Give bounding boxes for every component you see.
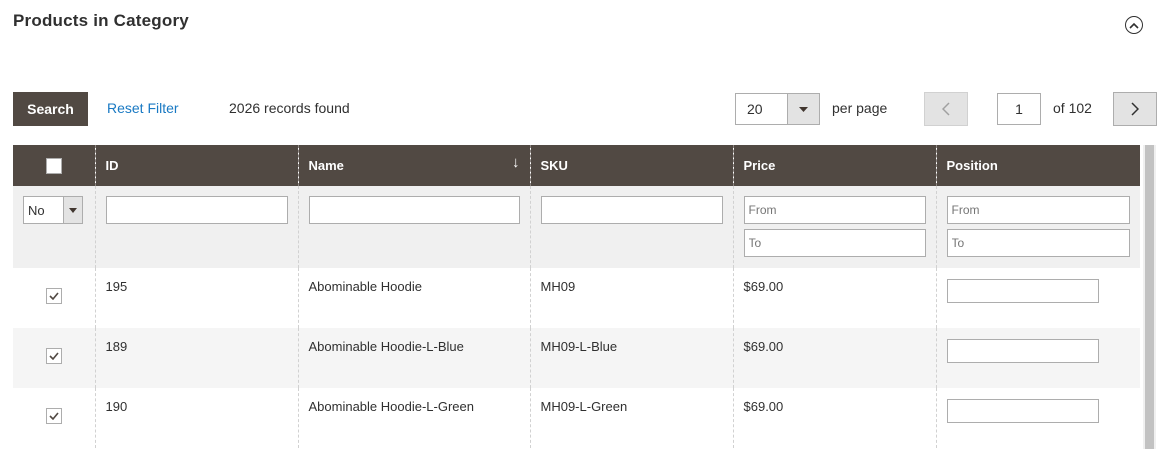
- column-position[interactable]: Position: [935, 145, 1140, 186]
- cell-price: $69.00: [732, 268, 936, 328]
- filter-price-cell: [732, 186, 936, 268]
- row-select-cell: [13, 388, 95, 448]
- per-page-select[interactable]: 20: [735, 93, 820, 125]
- id-filter-input[interactable]: [105, 196, 288, 224]
- row-select-cell: [13, 328, 95, 388]
- cell-id: 190: [94, 388, 298, 448]
- checkmark-icon: [49, 412, 59, 420]
- checkmark-icon: [49, 292, 59, 300]
- cell-name: Abominable Hoodie-L-Green: [297, 388, 530, 448]
- price-from-input[interactable]: [743, 196, 926, 224]
- filter-sku-cell: [529, 186, 733, 268]
- row-select-cell: [13, 268, 95, 328]
- select-all-column[interactable]: [13, 145, 95, 186]
- grid-scrollbar[interactable]: [1143, 145, 1156, 449]
- filter-id-cell: [94, 186, 298, 268]
- per-page-value: 20: [747, 101, 763, 117]
- sku-filter-input[interactable]: [540, 196, 723, 224]
- chevron-down-icon[interactable]: [63, 197, 82, 223]
- cell-name: Abominable Hoodie-L-Blue: [297, 328, 530, 388]
- chevron-left-icon: [942, 102, 950, 116]
- reset-filter-link[interactable]: Reset Filter: [107, 100, 179, 116]
- column-price[interactable]: Price: [732, 145, 936, 186]
- column-id[interactable]: ID: [94, 145, 298, 186]
- cell-id: 195: [94, 268, 298, 328]
- price-to-input[interactable]: [743, 229, 926, 257]
- cell-position: [935, 268, 1140, 328]
- current-page-input[interactable]: [997, 93, 1041, 125]
- in-category-filter-value: No: [28, 203, 45, 218]
- records-count: 2026 records found: [229, 100, 350, 116]
- grid-toolbar: Search Reset Filter 2026 records found 2…: [0, 92, 1174, 126]
- name-filter-input[interactable]: [308, 196, 520, 224]
- sort-descending-icon: ↓: [512, 154, 520, 171]
- chevron-up-circle-icon[interactable]: [1125, 16, 1143, 34]
- row-checkbox[interactable]: [45, 288, 62, 304]
- cell-sku: MH09-L-Green: [529, 388, 733, 448]
- table-row[interactable]: 190 Abominable Hoodie-L-Green MH09-L-Gre…: [13, 388, 1140, 448]
- previous-page-button[interactable]: [924, 92, 968, 126]
- in-category-filter-select[interactable]: No: [23, 196, 83, 224]
- scrollbar-thumb[interactable]: [1145, 145, 1154, 449]
- row-checkbox[interactable]: [45, 408, 62, 424]
- filter-position-cell: [935, 186, 1140, 268]
- cell-name: Abominable Hoodie: [297, 268, 530, 328]
- column-sku[interactable]: SKU: [529, 145, 733, 186]
- filter-in-category-cell: No: [13, 186, 95, 268]
- position-to-input[interactable]: [946, 229, 1130, 257]
- position-input[interactable]: [946, 279, 1099, 303]
- products-grid: ID Name ↓ SKU Price Position No From To …: [13, 145, 1140, 448]
- filter-name-cell: [297, 186, 530, 268]
- filter-row: No: [13, 186, 1140, 268]
- section-title: Products in Category: [13, 11, 189, 30]
- chevron-down-icon[interactable]: [787, 94, 819, 124]
- cell-id: 189: [94, 328, 298, 388]
- position-from-input[interactable]: [946, 196, 1130, 224]
- row-checkbox[interactable]: [45, 348, 62, 364]
- per-page-label: per page: [832, 100, 888, 116]
- table-row[interactable]: 195 Abominable Hoodie MH09 $69.00: [13, 268, 1140, 328]
- cell-position: [935, 328, 1140, 388]
- next-page-button[interactable]: [1113, 92, 1157, 126]
- cell-position: [935, 388, 1140, 448]
- grid-header-row: ID Name ↓ SKU Price Position: [13, 145, 1140, 186]
- column-name-label: Name: [308, 158, 344, 173]
- select-all-checkbox[interactable]: [45, 157, 62, 174]
- position-input[interactable]: [946, 399, 1099, 423]
- cell-price: $69.00: [732, 388, 936, 448]
- position-input[interactable]: [946, 339, 1099, 363]
- cell-sku: MH09-L-Blue: [529, 328, 733, 388]
- column-name[interactable]: Name ↓: [297, 145, 530, 186]
- checkmark-icon: [49, 352, 59, 360]
- cell-price: $69.00: [732, 328, 936, 388]
- search-button[interactable]: Search: [13, 92, 88, 126]
- chevron-right-icon: [1131, 102, 1139, 116]
- total-pages: of 102: [1053, 100, 1092, 116]
- table-row[interactable]: 189 Abominable Hoodie-L-Blue MH09-L-Blue…: [13, 328, 1140, 388]
- cell-sku: MH09: [529, 268, 733, 328]
